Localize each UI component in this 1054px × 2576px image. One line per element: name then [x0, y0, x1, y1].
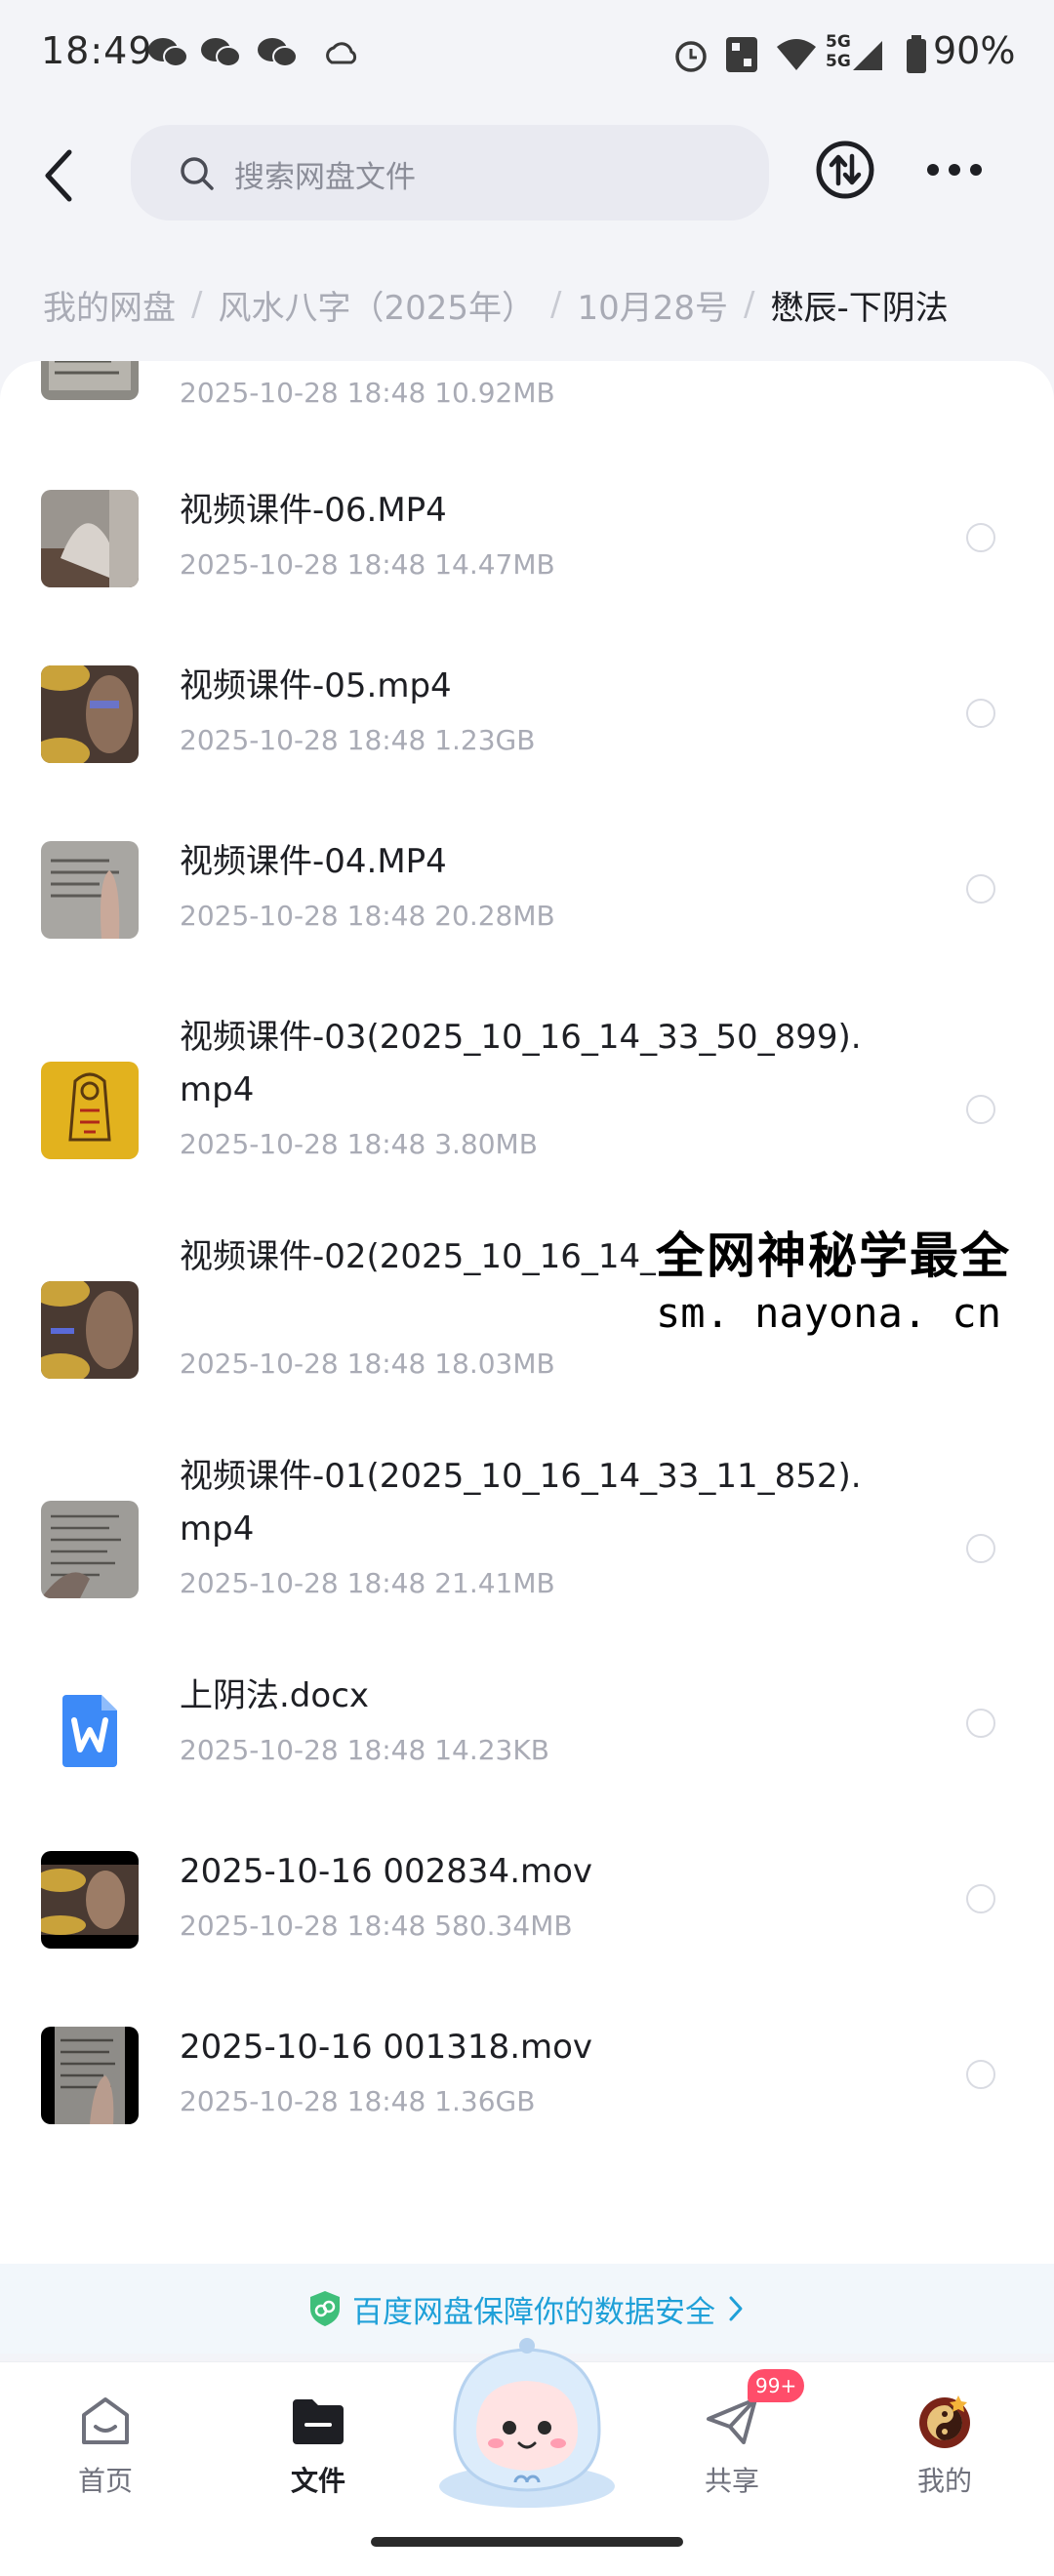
more-dots-icon — [927, 164, 982, 176]
select-checkbox[interactable] — [966, 874, 995, 904]
alarm-icon — [675, 41, 707, 72]
nfc-icon — [726, 37, 757, 72]
file-row[interactable]: 视频课件-01(2025_10_16_14_33_11_852).mp4 202… — [0, 1454, 1054, 1659]
file-row[interactable]: 视频课件-03(2025_10_16_14_33_50_899).mp4 202… — [0, 1015, 1054, 1220]
file-thumbnail — [41, 2027, 139, 2124]
home-icon — [82, 2397, 129, 2444]
wechat-notification-icon — [148, 38, 188, 67]
breadcrumb-separator: / — [550, 285, 562, 324]
breadcrumb: 我的网盘 / 风水八字（2025年） / 10月28号 / 懋辰-下阴法 — [43, 275, 949, 334]
search-icon — [181, 157, 214, 190]
share-badge: 99+ — [748, 2369, 805, 2402]
select-checkbox[interactable] — [966, 2060, 995, 2089]
file-row[interactable]: 上阴法.docx 2025-10-28 18:48 14.23KB — [0, 1673, 1054, 1820]
file-meta: 2025-10-28 18:48 14.23KB — [180, 1734, 549, 1766]
file-thumbnail — [41, 841, 139, 939]
nav-tab-home[interactable]: 首页 — [37, 2392, 174, 2509]
breadcrumb-separator: / — [744, 285, 755, 324]
shield-icon — [310, 2291, 340, 2326]
nav-tab-files[interactable]: 文件 — [250, 2392, 386, 2509]
select-checkbox[interactable] — [966, 523, 995, 552]
watermark-title: 全网神秘学最全 — [656, 1228, 1011, 1284]
file-meta: 2025-10-28 18:48 14.47MB — [180, 548, 555, 581]
transfer-list-button[interactable] — [814, 139, 876, 201]
file-name: 视频课件-03(2025_10_16_14_33_50_899).mp4 — [180, 1018, 862, 1109]
file-name: 视频课件-06.MP4 — [180, 491, 447, 530]
file-list: 2025-10-28 18:48 10.92MB 视频课件-06.MP4 202… — [0, 361, 1054, 2352]
file-thumbnail — [41, 361, 139, 400]
chevron-left-icon — [45, 149, 72, 202]
avatar-yinyang-icon — [919, 2395, 970, 2448]
select-checkbox[interactable] — [966, 1095, 995, 1124]
wifi-icon — [777, 39, 816, 70]
nav-label-home: 首页 — [77, 2465, 133, 2497]
nav-label-mine: 我的 — [916, 2465, 972, 2497]
file-meta: 2025-10-28 18:48 21.41MB — [180, 1567, 555, 1599]
file-thumbnail — [41, 1062, 139, 1159]
breadcrumb-item-current: 懋辰-下阴法 — [770, 288, 949, 328]
file-meta: 2025-10-28 18:48 580.34MB — [180, 1910, 573, 1942]
file-name: 视频课件-01(2025_10_16_14_33_11_852).mp4 — [180, 1457, 862, 1549]
file-name: 上阴法.docx — [180, 1676, 370, 1715]
file-thumbnail — [41, 1501, 139, 1598]
file-meta: 2025-10-28 18:48 1.23GB — [180, 724, 536, 756]
cloud-notification-icon — [326, 42, 357, 64]
mascot-icon[interactable] — [426, 2322, 628, 2517]
cellular-signal-icon — [853, 41, 882, 70]
more-options-button[interactable] — [925, 160, 984, 180]
file-row[interactable]: 2025-10-16 001318.mov 2025-10-28 18:48 1… — [0, 2025, 1054, 2171]
select-checkbox[interactable] — [966, 699, 995, 728]
wechat-notification-icon — [258, 38, 298, 67]
battery-icon — [907, 35, 926, 73]
file-thumbnail — [41, 665, 139, 763]
file-thumbnail — [41, 1851, 139, 1949]
file-name: 视频课件-05.mp4 — [180, 666, 452, 705]
nav-tab-share[interactable]: 共享 — [664, 2392, 800, 2509]
watermark-url: sm. nayona. cn — [656, 1289, 1002, 1337]
file-name: 视频课件-04.MP4 — [180, 842, 447, 881]
breadcrumb-item-fengshui[interactable]: 风水八字（2025年） — [218, 281, 535, 329]
file-row[interactable]: 视频课件-04.MP4 2025-10-28 18:48 20.28MB — [0, 839, 1054, 986]
file-meta: 2025-10-28 18:48 3.80MB — [180, 1128, 538, 1160]
nav-label-share: 共享 — [704, 2465, 759, 2497]
status-time: 18:49 — [41, 29, 153, 72]
search-placeholder: 搜索网盘文件 — [234, 160, 416, 195]
file-row[interactable]: 2025-10-16 002834.mov 2025-10-28 18:48 5… — [0, 1849, 1054, 1995]
home-indicator[interactable] — [371, 2537, 683, 2547]
file-row[interactable]: 2025-10-28 18:48 10.92MB — [0, 361, 1054, 463]
file-meta: 2025-10-28 18:48 1.36GB — [180, 2085, 536, 2117]
file-row[interactable]: 视频课件-06.MP4 2025-10-28 18:48 14.47MB — [0, 488, 1054, 634]
file-meta: 2025-10-28 18:48 10.92MB — [180, 377, 555, 409]
file-thumbnail — [41, 1681, 139, 1779]
back-button[interactable] — [29, 137, 88, 215]
file-thumbnail — [41, 1281, 139, 1379]
watermark-overlay: 全网神秘学最全 sm. nayona. cn — [656, 1226, 1054, 1341]
select-checkbox[interactable] — [966, 1534, 995, 1563]
file-thumbnail — [41, 490, 139, 587]
status-bar: 18:49 5G 5G 90% — [0, 0, 1054, 112]
select-checkbox[interactable] — [966, 1709, 995, 1738]
file-name: 2025-10-16 002834.mov — [180, 1852, 593, 1891]
nav-tab-mine[interactable]: 我的 — [876, 2392, 1013, 2509]
network-type-label: 5G 5G — [826, 32, 851, 71]
upload-download-icon — [816, 141, 874, 199]
folder-icon — [293, 2399, 344, 2444]
file-row[interactable]: 视频课件-05.mp4 2025-10-28 18:48 1.23GB — [0, 664, 1054, 810]
wechat-notification-icon — [201, 38, 241, 67]
word-document-icon — [62, 1695, 117, 1767]
file-name: 2025-10-16 001318.mov — [180, 2028, 593, 2067]
breadcrumb-separator: / — [191, 285, 203, 324]
select-checkbox[interactable] — [966, 1884, 995, 1913]
chevron-right-icon — [729, 2296, 743, 2321]
breadcrumb-item-my-drive[interactable]: 我的网盘 — [43, 281, 176, 329]
search-input[interactable]: 搜索网盘文件 — [131, 125, 769, 221]
app-screen: 18:49 5G 5G 90% 搜索网盘文件 我的网盘 / 风水八字（2025年… — [0, 0, 1054, 2576]
file-meta: 2025-10-28 18:48 18.03MB — [180, 1348, 555, 1380]
battery-percentage: 90% — [933, 29, 1016, 72]
file-meta: 2025-10-28 18:48 20.28MB — [180, 900, 555, 932]
breadcrumb-item-oct-28[interactable]: 10月28号 — [577, 281, 728, 329]
nav-label-files: 文件 — [290, 2465, 345, 2497]
